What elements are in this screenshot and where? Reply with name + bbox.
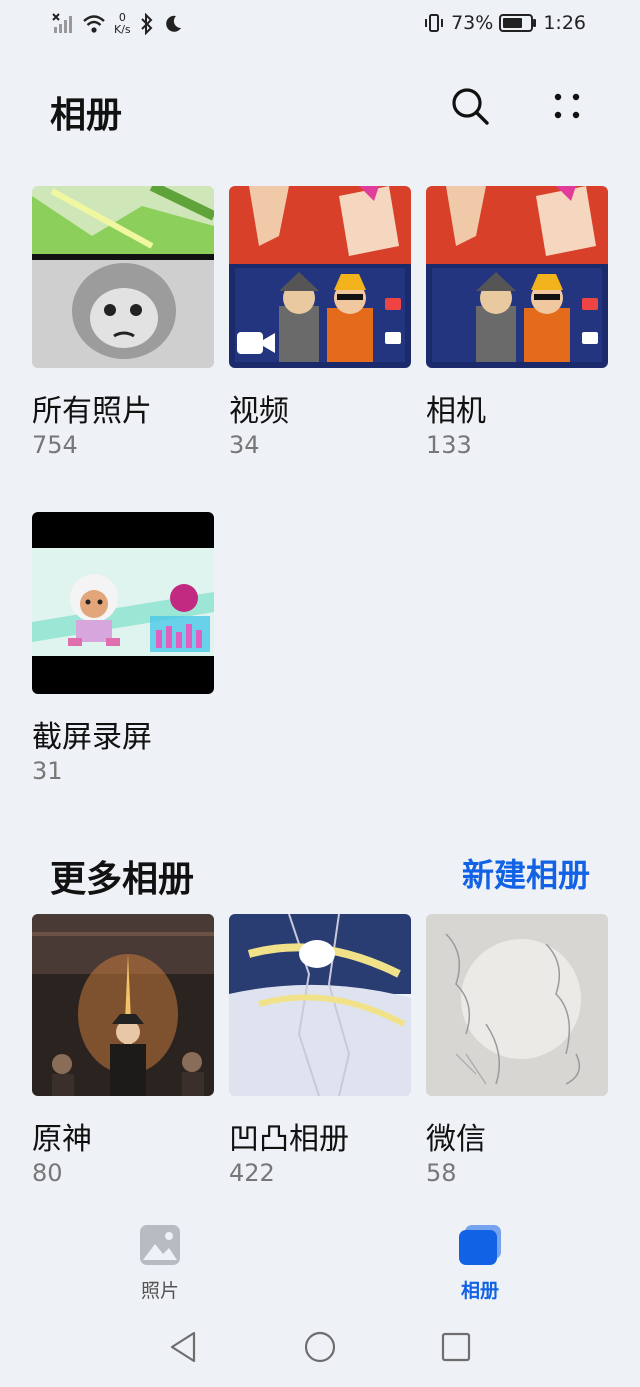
album-thumbnail <box>229 186 411 368</box>
album-wechat[interactable]: 微信 58 <box>426 914 608 1187</box>
more-button[interactable] <box>543 82 591 130</box>
wifi-icon <box>83 15 105 33</box>
album-thumbnail <box>32 512 214 694</box>
status-left: 0 K/s <box>52 12 183 36</box>
album-count: 58 <box>426 1159 457 1187</box>
recents-button[interactable] <box>440 1330 472 1368</box>
album-icon <box>459 1225 501 1265</box>
status-bar: 0 K/s 73% 1:26 <box>0 0 640 50</box>
album-name: 微信 <box>426 1122 486 1157</box>
album-count: 80 <box>32 1159 63 1187</box>
album-count: 754 <box>32 431 78 459</box>
video-camera-icon <box>237 332 275 354</box>
album-videos[interactable]: 视频 34 <box>229 186 411 459</box>
album-name: 凹凸相册 <box>229 1122 349 1157</box>
photo-icon <box>140 1225 180 1265</box>
battery-percent: 73% <box>451 12 494 34</box>
tab-photos-label: 照片 <box>140 1280 179 1302</box>
album-genshin[interactable]: 原神 80 <box>32 914 214 1187</box>
album-name: 截屏录屏 <box>32 720 152 755</box>
status-right: 73% 1:26 <box>423 12 586 34</box>
vibrate-icon <box>425 14 444 32</box>
moon-icon <box>165 15 181 32</box>
search-button[interactable] <box>446 82 494 130</box>
new-album-button[interactable]: 新建相册 <box>462 850 590 896</box>
more-icon <box>554 93 580 119</box>
album-name: 原神 <box>32 1122 92 1157</box>
network-speed-unit: K/s <box>114 23 131 36</box>
album-thumbnail <box>32 914 214 1096</box>
signal-off-icon <box>52 13 72 33</box>
tab-albums[interactable]: 相册 <box>420 1224 540 1303</box>
network-speed: 0 K/s <box>114 12 131 36</box>
album-aotu[interactable]: 凹凸相册 422 <box>229 914 411 1187</box>
back-button[interactable] <box>168 1330 198 1368</box>
album-count: 422 <box>229 1159 275 1187</box>
clock: 1:26 <box>543 12 586 34</box>
home-icon <box>304 1331 336 1363</box>
search-icon <box>452 88 489 125</box>
album-name: 所有照片 <box>32 394 152 429</box>
album-thumbnail <box>426 186 608 368</box>
tab-photos[interactable]: 照片 <box>100 1224 220 1303</box>
album-thumbnail <box>426 914 608 1096</box>
battery-fill <box>503 18 523 28</box>
album-screenshots[interactable]: 截屏录屏 31 <box>32 512 214 785</box>
album-count: 31 <box>32 757 63 785</box>
album-thumbnail <box>32 186 214 368</box>
more-albums-title: 更多相册 <box>50 859 195 900</box>
album-camera[interactable]: 相机 133 <box>426 186 608 459</box>
album-name: 视频 <box>229 394 289 429</box>
bluetooth-icon <box>140 13 153 35</box>
recents-icon <box>441 1332 471 1362</box>
album-thumbnail <box>229 914 411 1096</box>
album-all-photos[interactable]: 所有照片 754 <box>32 186 214 459</box>
page-title: 相册 <box>50 95 123 136</box>
battery-icon <box>499 14 537 32</box>
back-icon <box>170 1331 196 1363</box>
album-count: 133 <box>426 431 472 459</box>
album-name: 相机 <box>426 394 486 429</box>
album-count: 34 <box>229 431 260 459</box>
home-button[interactable] <box>303 1330 337 1368</box>
tab-albums-label: 相册 <box>460 1280 499 1302</box>
